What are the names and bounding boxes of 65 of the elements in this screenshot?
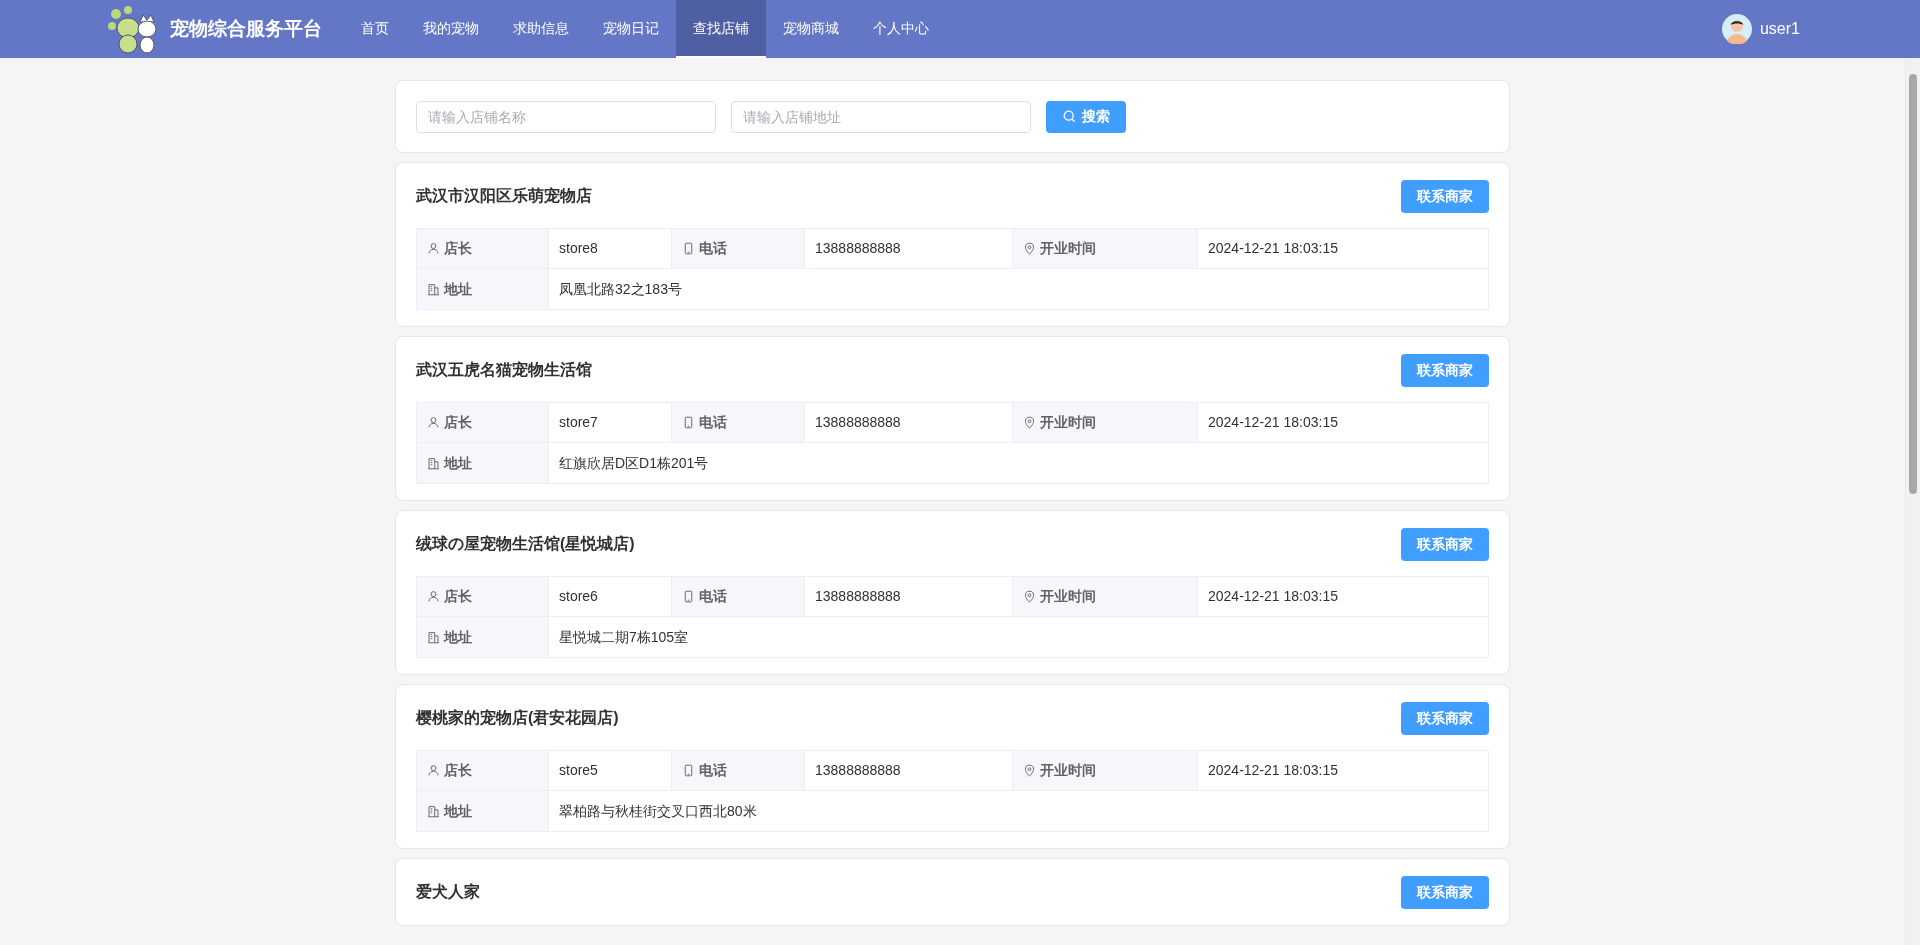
nav-tab[interactable]: 首页 (344, 0, 406, 58)
username[interactable]: user1 (1759, 17, 1800, 41)
table-cell-text: 2024-12-21 18:03:15 (1207, 761, 1339, 780)
avatar-icon (1721, 14, 1752, 44)
building-icon (427, 630, 440, 644)
contact-button[interactable]: 联系商家 (1401, 875, 1489, 909)
table-header-cell: 开业时间 (1013, 751, 1198, 790)
location-pin-icon (1023, 590, 1036, 603)
table-header-cell: 店长 (417, 403, 549, 442)
nav-tab[interactable]: 宠物商城 (766, 0, 856, 58)
nav-tab[interactable]: 求助信息 (496, 0, 586, 58)
location-pin-icon (1023, 242, 1036, 255)
table-header-cell: 电话 (672, 229, 805, 268)
table-header-cell: 地址 (417, 791, 549, 831)
store-address-field[interactable]: 请输入店铺地址 (731, 100, 1031, 133)
location-pin-icon (1023, 416, 1036, 429)
brand-title: 宠物综合服务平台 (170, 16, 322, 41)
table-header-cell: 地址 (417, 617, 549, 657)
search-button[interactable]: 搜索 (1046, 100, 1126, 133)
user-icon (427, 242, 440, 255)
store-name: 武汉市汉阳区乐萌宠物店 (416, 186, 592, 206)
table-cell-text: 2024-12-21 18:03:15 (1207, 413, 1339, 432)
user-icon (427, 764, 440, 777)
store-name: 樱桃家的宠物店(君安花园店) (416, 708, 619, 728)
nav-tab[interactable]: 查找店铺 (676, 0, 766, 58)
building-icon (427, 282, 440, 296)
table-cell-text: 星悦城二期7栋105室 (558, 627, 690, 647)
table-cell-text: 2024-12-21 18:03:15 (1207, 239, 1339, 258)
table-header-cell: 店长 (417, 751, 549, 790)
table-cell-text: 翠柏路与秋桂街交叉口西北80米 (558, 801, 758, 821)
phone-icon (682, 416, 695, 429)
table-header-cell: 地址 (417, 443, 549, 483)
table-header-cell: 地址 (417, 269, 549, 309)
search-icon (1062, 110, 1076, 123)
table-cell-text: 2024-12-21 18:03:15 (1207, 587, 1339, 606)
nav-tab[interactable]: 宠物日记 (586, 0, 676, 58)
nav-tab[interactable]: 个人中心 (856, 0, 946, 58)
user-icon (427, 590, 440, 603)
store-name: 绒球の屋宠物生活馆(星悦城店) (416, 534, 635, 554)
scrollbar[interactable] (1905, 58, 1920, 945)
contact-button[interactable]: 联系商家 (1401, 353, 1489, 387)
store-name-field[interactable]: 请输入店铺名称 (416, 100, 716, 133)
building-icon (427, 804, 440, 818)
store-name: 武汉五虎名猫宠物生活馆 (416, 360, 592, 380)
building-icon (427, 456, 440, 470)
nav-tab[interactable]: 我的宠物 (406, 0, 496, 58)
phone-icon (682, 764, 695, 777)
contact-button[interactable]: 联系商家 (1401, 527, 1489, 561)
table-header-cell: 开业时间 (1013, 577, 1198, 616)
table-header-cell: 店长 (417, 229, 549, 268)
table-header-cell: 开业时间 (1013, 229, 1198, 268)
table-cell-text: 凤凰北路32之183号 (558, 279, 683, 299)
table-header-cell: 电话 (672, 577, 805, 616)
table-header-cell: 开业时间 (1013, 403, 1198, 442)
contact-button[interactable]: 联系商家 (1401, 179, 1489, 213)
store-name: 爱犬人家 (416, 882, 480, 902)
location-pin-icon (1023, 764, 1036, 777)
contact-button[interactable]: 联系商家 (1401, 701, 1489, 735)
user-icon (427, 416, 440, 429)
table-cell-text: 红旗欣居D区D1栋201号 (558, 453, 710, 473)
table-header-cell: 店长 (417, 577, 549, 616)
phone-icon (682, 590, 695, 603)
table-header-cell: 电话 (672, 751, 805, 790)
phone-icon (682, 242, 695, 255)
table-header-cell: 电话 (672, 403, 805, 442)
